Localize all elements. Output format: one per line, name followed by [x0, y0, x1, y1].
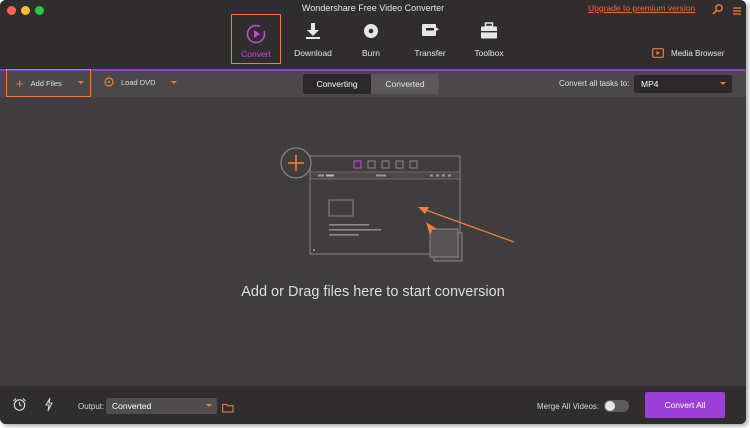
toggle-knob — [605, 401, 615, 411]
merge-videos-label: Merge All Videos: — [537, 402, 600, 411]
transfer-icon — [422, 24, 439, 36]
load-dvd-button[interactable]: Load DVD — [104, 77, 177, 87]
play-circle-icon — [246, 24, 266, 44]
load-dvd-label: Load DVD — [121, 77, 156, 87]
top-toolbar: Wondershare Free Video Converter Upgrade… — [0, 0, 746, 69]
menu-button[interactable] — [732, 3, 742, 15]
tab-download-label: Download — [294, 48, 332, 58]
load-dvd-dropdown-icon[interactable] — [170, 80, 177, 84]
add-files-button[interactable]: + Add Files — [6, 69, 91, 97]
search-icon — [712, 4, 723, 15]
convert-all-tasks-label: Convert all tasks to: — [559, 79, 630, 88]
tab-burn[interactable]: Burn — [346, 14, 396, 64]
download-icon — [306, 23, 320, 39]
output-folder-value: Converted — [112, 401, 152, 411]
file-drop-zone[interactable]: Add or Drag files here to start conversi… — [0, 97, 746, 386]
tab-convert-label: Convert — [241, 49, 271, 59]
media-browser-label: Media Browser — [671, 48, 725, 58]
search-button[interactable] — [712, 2, 724, 15]
segment-converting[interactable]: Converting — [303, 74, 371, 94]
bottom-bar: Output: Converted Merge All Videos: Conv… — [0, 386, 746, 424]
output-label: Output: — [78, 402, 105, 411]
tab-toolbox[interactable]: Toolbox — [464, 14, 514, 64]
segment-converted[interactable]: Converted — [371, 74, 439, 94]
upgrade-link[interactable]: Upgrade to premium version — [588, 3, 695, 13]
folder-icon — [222, 403, 234, 413]
menu-icon — [733, 7, 741, 15]
alarm-clock-icon — [13, 398, 26, 411]
status-segmented-control: Converting Converted — [303, 74, 439, 94]
chevron-down-icon — [720, 82, 726, 85]
chevron-down-icon — [206, 404, 212, 407]
app-window: Wondershare Free Video Converter Upgrade… — [0, 0, 746, 424]
media-browser-icon — [652, 48, 664, 58]
tab-transfer-label: Transfer — [414, 48, 446, 58]
convert-all-button[interactable]: Convert All — [645, 392, 725, 418]
plus-icon: + — [16, 75, 24, 91]
output-format-select[interactable]: MP4 — [634, 75, 732, 93]
open-folder-button[interactable] — [222, 400, 234, 418]
merge-videos-toggle[interactable] — [604, 400, 629, 412]
media-browser-button[interactable]: Media Browser — [652, 48, 724, 58]
tab-burn-label: Burn — [362, 48, 380, 58]
toolbox-icon — [481, 22, 497, 39]
drop-zone-hint: Add or Drag files here to start conversi… — [241, 284, 505, 300]
lightning-icon — [45, 397, 53, 412]
dvd-icon — [104, 77, 114, 87]
output-folder-select[interactable]: Converted — [106, 398, 217, 414]
high-speed-button[interactable] — [44, 397, 54, 417]
drag-files-illustration — [280, 147, 515, 262]
disc-icon — [364, 24, 378, 38]
tab-transfer[interactable]: Transfer — [405, 14, 455, 64]
add-files-label: Add Files — [30, 78, 62, 88]
schedule-button[interactable] — [12, 397, 27, 417]
add-files-dropdown-icon[interactable] — [78, 81, 84, 84]
tab-convert[interactable]: Convert — [231, 14, 281, 64]
tab-download[interactable]: Download — [288, 14, 338, 64]
tab-toolbox-label: Toolbox — [474, 48, 504, 58]
output-format-value: MP4 — [641, 79, 659, 89]
